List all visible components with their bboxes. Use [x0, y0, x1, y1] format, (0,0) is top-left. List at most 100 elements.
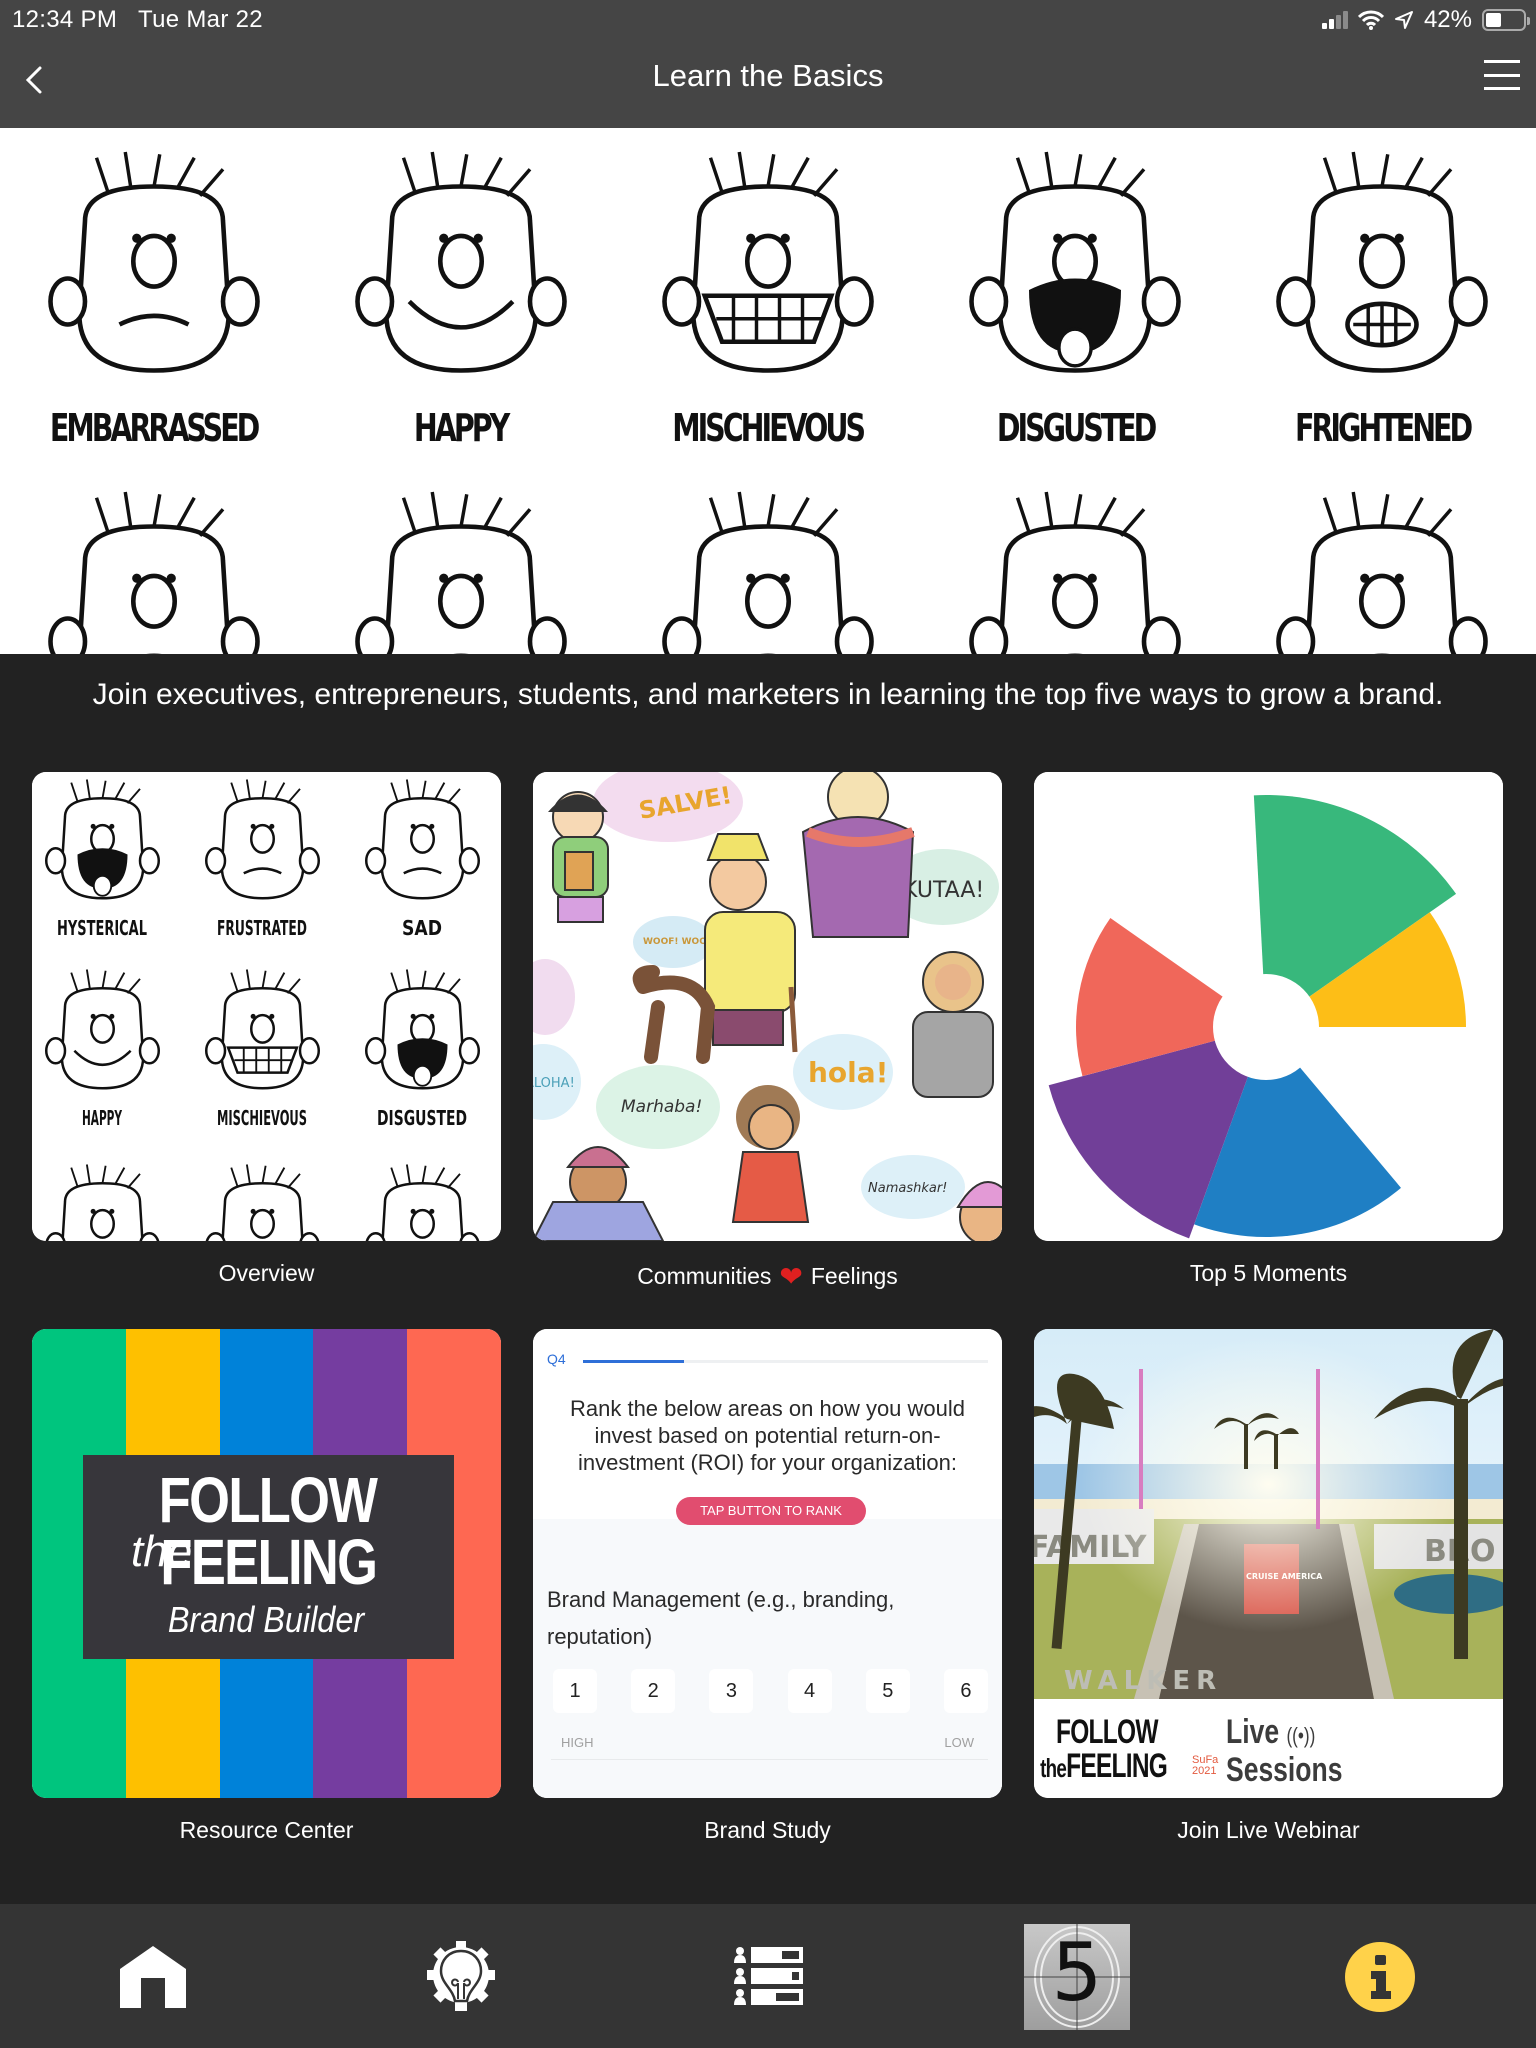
cartoon-face-icon: [1276, 151, 1489, 373]
hero-face: EMBARRASSED: [0, 128, 307, 468]
rank-button[interactable]: 3: [709, 1669, 754, 1713]
footer-year: 2021: [1192, 1765, 1217, 1777]
cartoon-face-icon: [47, 151, 260, 373]
face-label: HYSTERICAL: [57, 916, 147, 940]
logo-feeling: FEELING: [160, 1526, 378, 1598]
tile-label: Resource Center: [32, 1817, 501, 1844]
speech-text: KUTAA!: [903, 878, 984, 903]
tile-label: Overview: [32, 1260, 501, 1287]
tile-label: Top 5 Moments: [1034, 1260, 1503, 1287]
countdown-number: 5: [1051, 1926, 1103, 2019]
survey-progress-track: [583, 1360, 988, 1363]
rank-high-label: HIGH: [561, 1735, 594, 1750]
tile-overview[interactable]: HYSTERICAL FRUSTRATED SAD HAPPY MISCHIEVOUS D…: [32, 772, 501, 1329]
clock-date: Tue Mar 22: [138, 6, 263, 33]
hero-face-partial: [614, 468, 921, 654]
speech-text: ALOHA!: [533, 1076, 575, 1091]
survey-item: Brand Management (e.g., branding, reputa…: [547, 1587, 895, 1649]
cartoon-face-icon: [969, 491, 1181, 654]
home-icon: [120, 1946, 186, 2008]
tile-label-text: Feelings: [810, 1263, 898, 1289]
footer-sessions: Sessions: [1226, 1751, 1343, 1789]
tile-top-5-moments[interactable]: Top 5 Moments: [1034, 772, 1503, 1329]
broadcast-icon: ((•)): [1286, 1723, 1316, 1748]
speech-text: Namashkar!: [868, 1181, 947, 1196]
page-title: Learn the Basics: [652, 58, 884, 93]
hero-face: DISGUSTED: [922, 128, 1229, 468]
cartoon-face-icon: [47, 491, 260, 654]
clock-time: 12:34 PM: [12, 6, 118, 33]
rank-button[interactable]: 2: [631, 1669, 676, 1713]
tile-label-text: Top 5 Moments: [1189, 1260, 1348, 1286]
tile-label-text: Overview: [218, 1260, 315, 1286]
cartoon-face-icon: [969, 151, 1181, 373]
logo-center-hole: [1213, 974, 1319, 1080]
cartoon-face-icon: [662, 491, 874, 654]
webinar-thumbnail[interactable]: FAMILY CRUISE AMERICA WALKER BRO: [1034, 1329, 1503, 1798]
brand-study-thumbnail[interactable]: Q4 Rank the below areas on how you would…: [533, 1329, 1002, 1798]
cartoon-face-icon: [354, 491, 567, 654]
footer-the: the: [1040, 1753, 1067, 1783]
hero-faces-row-2: [0, 468, 1536, 654]
tab-info[interactable]: [1325, 1922, 1435, 2032]
face-label: DISGUSTED: [996, 406, 1156, 450]
status-time: 12:34 PM Tue Mar 22: [12, 6, 263, 34]
status-icons: 42%: [1321, 6, 1530, 34]
countdown-5-icon: 5: [1024, 1924, 1130, 2030]
tile-resource-center[interactable]: FOLLOW the FEELING Brand Builder Resourc…: [32, 1329, 501, 1886]
tile-communities-feelings[interactable]: SALVE! KUTAA! WOOF! WOOF! hola! Marhaba!…: [533, 772, 1002, 1329]
battery-icon: [1482, 9, 1530, 31]
face-label: FRIGHTENED: [1294, 406, 1473, 450]
face-label: HAPPY: [414, 406, 510, 450]
hamburger-menu-icon[interactable]: [1484, 60, 1520, 90]
logo-subtitle: Brand Builder: [167, 1599, 364, 1640]
people-list-icon: [734, 1947, 803, 2005]
tab-home[interactable]: [98, 1922, 208, 2032]
info-icon: [1345, 1942, 1415, 2012]
communities-thumbnail[interactable]: SALVE! KUTAA! WOOF! WOOF! hola! Marhaba!…: [533, 772, 1002, 1241]
rank-button[interactable]: 6: [943, 1669, 988, 1713]
question-number: Q4: [547, 1351, 566, 1367]
top-5-logo: [1034, 772, 1503, 1241]
emotion-faces-illustration: HYSTERICAL FRUSTRATED SAD HAPPY MISCHIEVOUS D…: [32, 772, 501, 1241]
hero-face-partial: [307, 468, 614, 654]
hero-face: MISCHIEVOUS: [614, 128, 921, 468]
hero-faces-grid: EMBARRASSED HAPPY MISCHIEVOUS DISGUSTED FRIG…: [0, 128, 1536, 468]
face-label: SAD: [402, 916, 442, 940]
resource-center-thumbnail[interactable]: FOLLOW the FEELING Brand Builder: [32, 1329, 501, 1798]
rank-button[interactable]: 4: [787, 1669, 832, 1713]
location-arrow-icon: [1394, 11, 1413, 29]
cartoon-face-icon: [662, 151, 874, 373]
beach-scene-illustration: FAMILY CRUISE AMERICA WALKER BRO: [1034, 1329, 1503, 1699]
face-label: EMBARRASSED: [49, 406, 260, 450]
tile-label-text: Resource Center: [179, 1817, 354, 1843]
speech-text: hola!: [808, 1056, 888, 1089]
communities-illustration: SALVE! KUTAA! WOOF! WOOF! hola! Marhaba!…: [533, 772, 1002, 1241]
tap-to-rank-button[interactable]: TAP BUTTON TO RANK: [676, 1497, 866, 1525]
tab-top-5[interactable]: 5: [1022, 1922, 1132, 2032]
top-bar: 12:34 PM Tue Mar 22 42% Learn the Basics: [0, 0, 1536, 128]
bottom-tab-bar: 5: [0, 1904, 1536, 2048]
tab-ideas[interactable]: [406, 1922, 516, 2032]
tile-brand-study[interactable]: Q4 Rank the below areas on how you would…: [533, 1329, 1002, 1886]
tab-list[interactable]: [714, 1922, 824, 2032]
tile-join-live-webinar[interactable]: FAMILY CRUISE AMERICA WALKER BRO: [1034, 1329, 1503, 1886]
hero-face: HAPPY: [307, 128, 614, 468]
rank-button[interactable]: 1: [553, 1669, 597, 1713]
rank-button[interactable]: 5: [865, 1669, 910, 1713]
divider: [551, 1759, 988, 1760]
signal-icon: [1321, 11, 1348, 29]
hero-face-partial: [922, 468, 1229, 654]
face-label: MISCHIEVOUS: [672, 406, 867, 450]
top-5-thumbnail[interactable]: [1034, 772, 1503, 1241]
hero-face: FRIGHTENED: [1229, 128, 1536, 468]
overview-thumbnail[interactable]: HYSTERICAL FRUSTRATED SAD HAPPY MISCHIEVOUS D…: [32, 772, 501, 1241]
face-label: HAPPY: [82, 1106, 122, 1130]
face-label: MISCHIEVOUS: [217, 1106, 307, 1130]
survey-lower-panel: [533, 1519, 1002, 1798]
tile-label-text: Brand Study: [704, 1817, 831, 1843]
battery-percent: 42%: [1423, 6, 1472, 33]
tile-label-text: Join Live Webinar: [1177, 1817, 1360, 1843]
webinar-follow-the-feeling: FOLLOW theFEELING: [1040, 1715, 1168, 1785]
cartoon-face-icon: [354, 151, 567, 373]
